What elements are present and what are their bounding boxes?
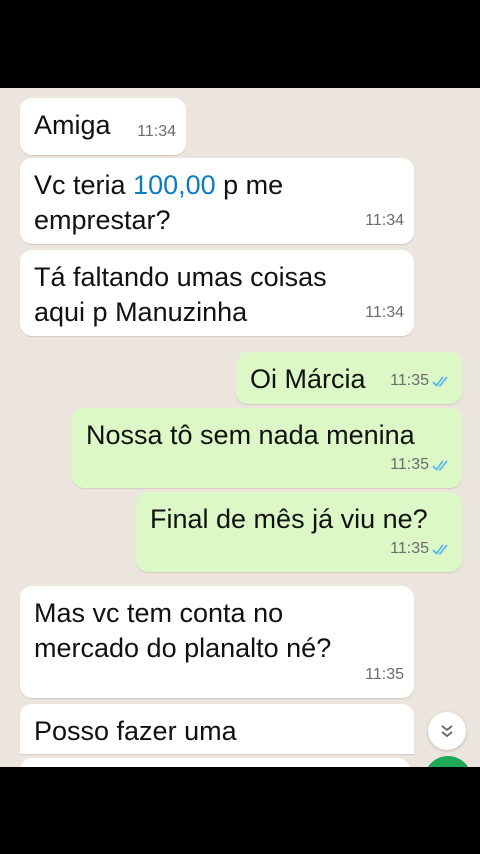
message-meta: 11:34 (365, 295, 404, 330)
message-text: Mas vc tem conta no mercado do planalto … (34, 598, 332, 663)
double-check-icon (432, 376, 448, 387)
message-bubble-outgoing[interactable]: Nossa tô sem nada menina 11:35 (72, 408, 462, 488)
message-time: 11:35 (365, 666, 404, 683)
message-time: 11:34 (365, 304, 404, 321)
double-check-icon (432, 544, 448, 555)
message-time: 11:34 (137, 123, 176, 140)
message-text-part: Vc teria (34, 170, 134, 200)
amount-link[interactable]: 100,00 (133, 170, 216, 200)
message-text: Posso fazer uma (34, 716, 237, 746)
message-bubble-outgoing[interactable]: Oi Márcia 11:35 (236, 352, 462, 404)
message-time: 11:34 (365, 212, 404, 229)
message-bubble-outgoing[interactable]: Final de mês já viu ne? 11:35 (136, 492, 462, 572)
message-meta: 11:35 (365, 657, 404, 692)
chevron-double-down-icon (441, 725, 453, 738)
message-bubble-incoming[interactable]: Mas vc tem conta no mercado do planalto … (20, 586, 414, 698)
message-meta: 11:34 (137, 114, 176, 149)
message-meta: 11:35 (390, 363, 452, 398)
message-bubble-incoming[interactable]: Vc teria 100,00 p me emprestar? 11:34 (20, 158, 414, 244)
message-time: 11:35 (390, 372, 429, 389)
message-meta: 11:34 (365, 203, 404, 238)
message-bubble-incoming[interactable]: Posso fazer uma (20, 704, 414, 754)
message-time: 11:35 (390, 540, 429, 557)
message-text: Tá faltando umas coisas aqui p Manuzinha (34, 262, 327, 327)
double-check-icon (432, 460, 448, 471)
message-time: 11:35 (390, 456, 429, 473)
message-text: Vc teria 100,00 p me emprestar? (34, 168, 400, 238)
message-bubble-incoming[interactable]: Tá faltando umas coisas aqui p Manuzinha… (20, 250, 414, 336)
scroll-to-bottom-button[interactable] (428, 712, 466, 750)
message-meta: 11:35 (390, 531, 452, 566)
message-meta: 11:35 (390, 447, 452, 482)
message-bubble-incoming[interactable]: Amiga 11:34 (20, 98, 186, 155)
bottom-bar (0, 767, 480, 854)
